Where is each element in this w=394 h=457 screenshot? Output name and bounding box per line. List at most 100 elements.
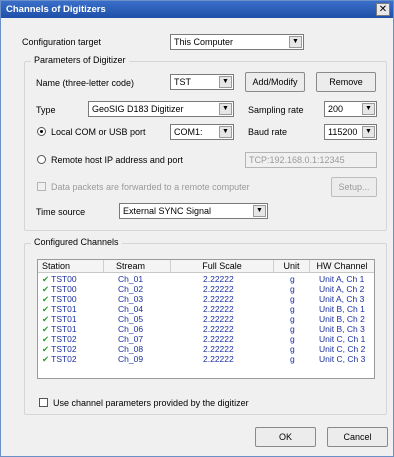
table-row[interactable]: ✔ TST02 Ch_08 2.22222 g Unit C, Ch 2	[38, 344, 374, 354]
check-icon: ✔	[42, 324, 50, 334]
column-header-stream[interactable]: Stream	[104, 260, 171, 273]
full-scale-cell: 2.22222	[203, 324, 234, 334]
chevron-down-icon[interactable]: ▼	[219, 76, 232, 88]
table-row[interactable]: ✔ TST00 Ch_01 2.22222 g Unit A, Ch 1	[38, 274, 374, 284]
remote-host-field[interactable]: TCP:192.168.0.1:12345	[245, 152, 377, 168]
chevron-down-icon[interactable]: ▼	[289, 36, 302, 48]
stream-cell: Ch_06	[118, 324, 144, 334]
station-cell: TST00	[51, 274, 77, 284]
remote-host-radio[interactable]	[37, 155, 46, 164]
hw-channel-cell: Unit C, Ch 1	[319, 334, 366, 344]
chevron-down-icon[interactable]: ▼	[219, 103, 232, 115]
remote-host-label: Remote host IP address and port	[51, 155, 183, 165]
add-modify-button[interactable]: Add/Modify	[245, 72, 305, 92]
hw-channel-cell: Unit B, Ch 1	[319, 304, 365, 314]
full-scale-cell: 2.22222	[203, 304, 234, 314]
unit-cell: g	[290, 324, 295, 334]
full-scale-cell: 2.22222	[203, 274, 234, 284]
name-label: Name (three-letter code)	[36, 78, 135, 88]
close-icon[interactable]: ✕	[376, 3, 390, 16]
table-row[interactable]: ✔ TST01 Ch_06 2.22222 g Unit B, Ch 3	[38, 324, 374, 334]
setup-button[interactable]: Setup...	[331, 177, 377, 197]
cancel-button[interactable]: Cancel	[327, 427, 388, 447]
check-icon: ✔	[42, 344, 50, 354]
station-cell: TST00	[51, 284, 77, 294]
time-source-select[interactable]: External SYNC Signal ▼	[119, 203, 268, 219]
config-target-select[interactable]: This Computer ▼	[170, 34, 304, 50]
column-header-unit[interactable]: Unit	[274, 260, 310, 273]
sampling-rate-label: Sampling rate	[248, 105, 304, 115]
column-header-hw-channel[interactable]: HW Channel	[310, 260, 374, 273]
title-bar: Channels of Digitizers ✕	[1, 1, 393, 18]
table-row[interactable]: ✔ TST00 Ch_02 2.22222 g Unit A, Ch 2	[38, 284, 374, 294]
hw-channel-cell: Unit A, Ch 1	[319, 274, 365, 284]
stream-cell: Ch_01	[118, 274, 144, 284]
column-header-station[interactable]: Station	[38, 260, 104, 273]
station-cell: TST02	[51, 344, 77, 354]
station-cell: TST00	[51, 294, 77, 304]
station-cell: TST02	[51, 354, 77, 364]
baud-rate-label: Baud rate	[248, 127, 288, 137]
dialog-window: Channels of Digitizers ✕ Configuration t…	[0, 0, 394, 457]
type-select[interactable]: GeoSIG D183 Digitizer ▼	[88, 101, 234, 117]
hw-channel-cell: Unit A, Ch 3	[319, 294, 365, 304]
unit-cell: g	[290, 284, 295, 294]
use-channel-params-checkbox[interactable]	[39, 398, 48, 407]
chevron-down-icon[interactable]: ▼	[253, 205, 266, 217]
unit-cell: g	[290, 354, 295, 364]
forward-packets-checkbox[interactable]	[37, 182, 46, 191]
local-port-value: COM1:	[174, 127, 203, 137]
chevron-down-icon[interactable]: ▼	[219, 126, 232, 138]
full-scale-cell: 2.22222	[203, 354, 234, 364]
unit-cell: g	[290, 304, 295, 314]
window-title: Channels of Digitizers	[6, 4, 106, 15]
sampling-rate-select[interactable]: 200 ▼	[324, 101, 377, 117]
check-icon: ✔	[42, 314, 50, 324]
parameters-group-title: Parameters of Digitizer	[31, 55, 129, 65]
chevron-down-icon[interactable]: ▼	[362, 126, 375, 138]
column-header-full-scale[interactable]: Full Scale	[171, 260, 274, 273]
station-cell: TST01	[51, 314, 77, 324]
channels-table[interactable]: Station Stream Full Scale Unit HW Channe…	[37, 259, 375, 379]
sampling-rate-value: 200	[328, 104, 344, 114]
station-cell: TST01	[51, 304, 77, 314]
station-cell: TST02	[51, 334, 77, 344]
local-port-label: Local COM or USB port	[51, 127, 146, 137]
time-source-label: Time source	[36, 207, 86, 217]
hw-channel-cell: Unit A, Ch 2	[319, 284, 365, 294]
full-scale-cell: 2.22222	[203, 334, 234, 344]
station-cell: TST01	[51, 324, 77, 334]
table-row[interactable]: ✔ TST01 Ch_05 2.22222 g Unit B, Ch 2	[38, 314, 374, 324]
check-icon: ✔	[42, 354, 50, 364]
check-icon: ✔	[42, 304, 50, 314]
local-port-radio[interactable]	[37, 127, 46, 136]
table-header: Station Stream Full Scale Unit HW Channe…	[38, 260, 374, 273]
local-port-select[interactable]: COM1: ▼	[170, 124, 234, 140]
table-row[interactable]: ✔ TST02 Ch_07 2.22222 g Unit C, Ch 1	[38, 334, 374, 344]
unit-cell: g	[290, 334, 295, 344]
hw-channel-cell: Unit C, Ch 3	[319, 354, 366, 364]
table-row[interactable]: ✔ TST02 Ch_09 2.22222 g Unit C, Ch 3	[38, 354, 374, 364]
hw-channel-cell: Unit B, Ch 2	[319, 314, 365, 324]
stream-cell: Ch_08	[118, 344, 144, 354]
chevron-down-icon[interactable]: ▼	[362, 103, 375, 115]
name-value: TST	[174, 77, 191, 87]
stream-cell: Ch_04	[118, 304, 144, 314]
unit-cell: g	[290, 314, 295, 324]
hw-channel-cell: Unit B, Ch 3	[319, 324, 365, 334]
check-icon: ✔	[42, 284, 50, 294]
full-scale-cell: 2.22222	[203, 314, 234, 324]
baud-rate-select[interactable]: 115200 ▼	[324, 124, 377, 140]
unit-cell: g	[290, 294, 295, 304]
remove-button[interactable]: Remove	[316, 72, 376, 92]
table-row[interactable]: ✔ TST01 Ch_04 2.22222 g Unit B, Ch 1	[38, 304, 374, 314]
forward-packets-label: Data packets are forwarded to a remote c…	[51, 182, 250, 192]
table-row[interactable]: ✔ TST00 Ch_03 2.22222 g Unit A, Ch 3	[38, 294, 374, 304]
name-select[interactable]: TST ▼	[170, 74, 234, 90]
check-icon: ✔	[42, 294, 50, 304]
channels-group-title: Configured Channels	[31, 237, 122, 247]
ok-button[interactable]: OK	[255, 427, 316, 447]
type-label: Type	[36, 105, 56, 115]
stream-cell: Ch_09	[118, 354, 144, 364]
unit-cell: g	[290, 344, 295, 354]
